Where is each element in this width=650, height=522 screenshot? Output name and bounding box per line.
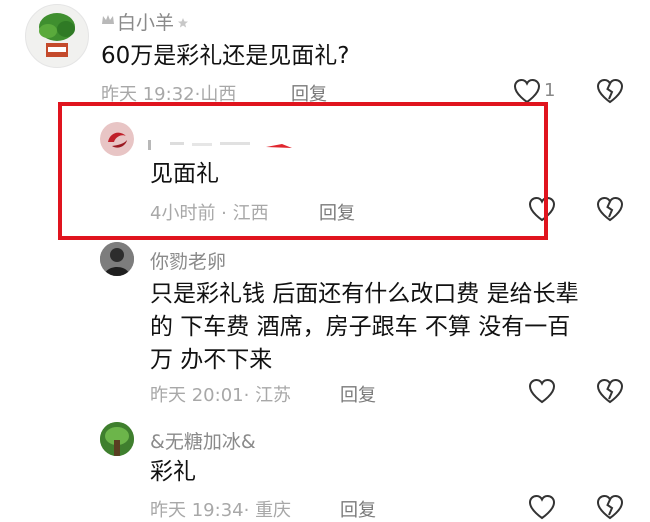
- comment-username[interactable]: &无糖加冰&: [150, 427, 256, 454]
- like-heart-icon[interactable]: [528, 494, 556, 520]
- comment-text: 60万是彩礼还是见面礼?: [101, 43, 350, 69]
- dislike-broken-heart-icon[interactable]: [596, 78, 624, 104]
- comment-meta: 昨天 20:01· 江苏: [150, 385, 292, 406]
- like-count: 1: [544, 80, 556, 101]
- star-icon: [177, 14, 189, 33]
- comment-username[interactable]: 白小羊: [117, 8, 174, 35]
- like-heart-icon[interactable]: [528, 378, 556, 404]
- dislike-broken-heart-icon[interactable]: [596, 494, 624, 520]
- reply-avatar[interactable]: [100, 242, 134, 276]
- comment-text: 彩礼: [150, 459, 196, 485]
- comment-location: 重庆: [255, 500, 292, 521]
- reply-button[interactable]: 回复: [340, 381, 376, 407]
- dislike-broken-heart-icon[interactable]: [596, 378, 624, 404]
- comment-time: 昨天 20:01: [150, 385, 244, 406]
- avatar[interactable]: [25, 4, 89, 68]
- comment-location: 江苏: [255, 385, 292, 406]
- comment-text-line: 只是彩礼钱 后面还有什么改口费 是给长辈: [150, 281, 579, 307]
- comment-time: 昨天 19:34: [150, 500, 244, 521]
- reply-button[interactable]: 回复: [340, 496, 376, 522]
- comment-text-line: 的 下车费 酒席，房子跟车 不算 没有一百: [150, 314, 571, 340]
- comment-meta: 昨天 19:34· 重庆: [150, 500, 292, 521]
- reply-avatar[interactable]: [100, 422, 134, 456]
- highlight-box: [58, 102, 548, 240]
- comment-username[interactable]: 你勠老卵: [150, 247, 226, 274]
- comment-text-line: 万 办不下来: [150, 347, 273, 373]
- like-heart-icon[interactable]: [513, 78, 541, 104]
- crown-icon: [101, 12, 115, 26]
- dislike-broken-heart-icon[interactable]: [596, 196, 624, 222]
